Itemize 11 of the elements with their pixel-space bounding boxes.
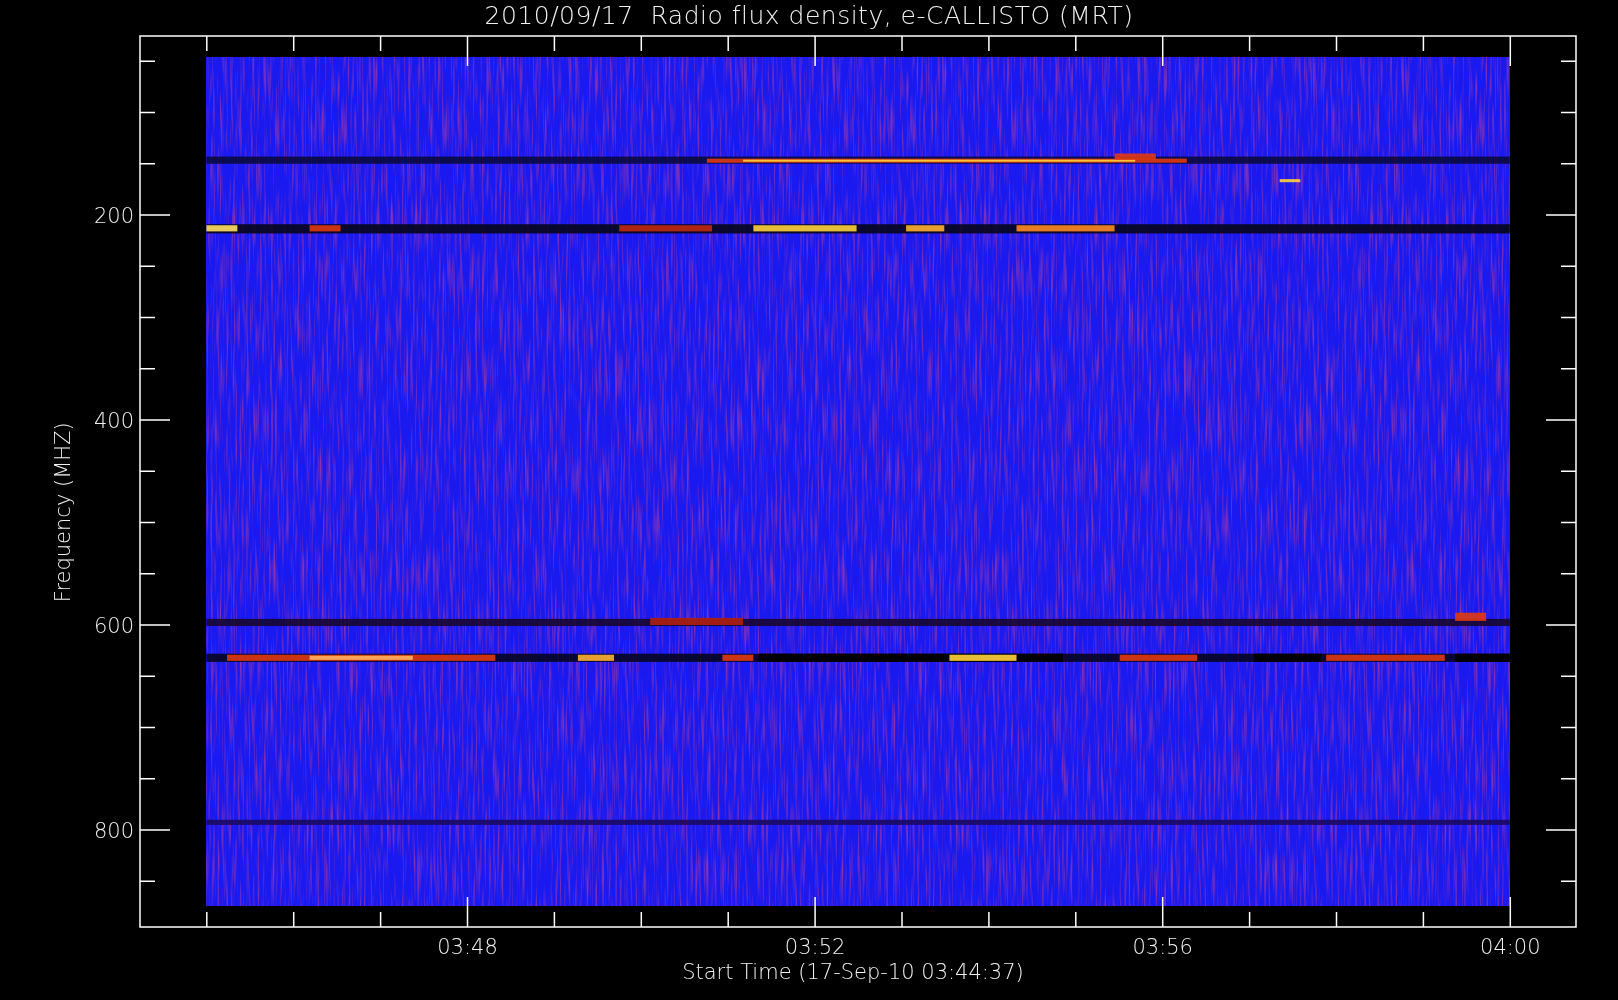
axis-title: Frequency (MHZ)	[51, 422, 75, 603]
tick-label: 03:48	[437, 935, 498, 959]
tick-label: 04:00	[1480, 935, 1541, 959]
tick-label: 800	[93, 819, 134, 843]
tick-label: 03:52	[784, 935, 846, 959]
tick-label: 400	[93, 409, 134, 433]
chart-title: 2010/09/17 Radio flux density, e-CALLISTO (MRT)	[484, 0, 1134, 32]
tick-label: 03:56	[1132, 935, 1193, 959]
tick-label: 600	[93, 614, 134, 638]
tick-label: 200	[93, 204, 134, 228]
axis-title: Start Time (17-Sep-10 03:44:37)	[682, 960, 1024, 984]
